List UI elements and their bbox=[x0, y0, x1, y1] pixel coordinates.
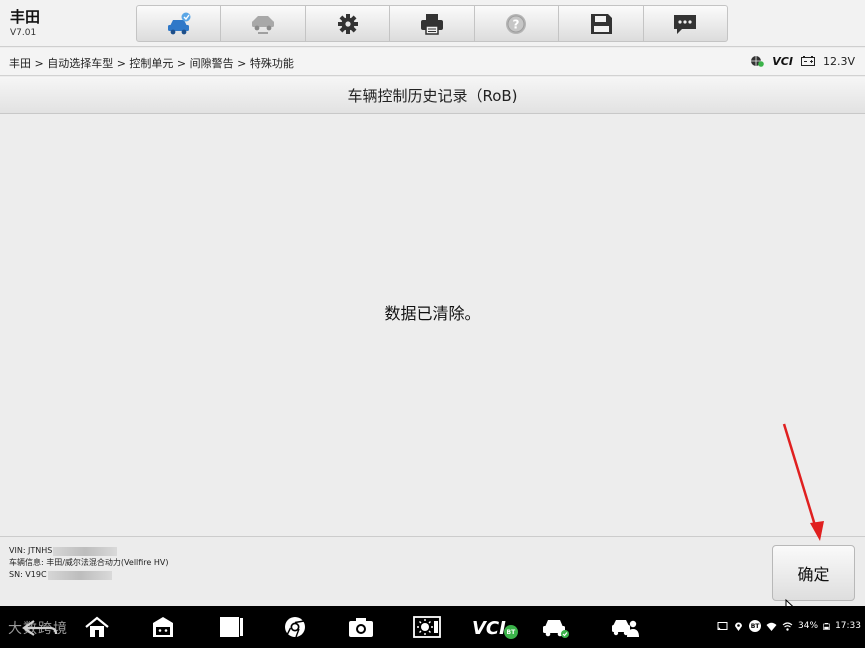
vin-redacted bbox=[53, 546, 118, 556]
battery-icon bbox=[800, 56, 815, 66]
system-nav-bar: 大数跨境 VCI BT BT 34% 17:33 bbox=[0, 606, 865, 648]
feedback-button[interactable] bbox=[644, 6, 727, 41]
main-toolbar: ? bbox=[136, 5, 728, 42]
camera-icon bbox=[349, 618, 373, 637]
android-icon bbox=[153, 617, 173, 637]
wifi-icon bbox=[766, 622, 777, 631]
brand: 丰田 V7.01 bbox=[10, 8, 40, 38]
nav-display-button[interactable] bbox=[412, 614, 442, 640]
settings-button[interactable] bbox=[306, 6, 391, 41]
save-icon bbox=[590, 13, 612, 34]
system-status-tray: BT 34% 17:33 bbox=[717, 620, 861, 632]
nav-android-button[interactable] bbox=[148, 614, 178, 640]
top-bar: 丰田 V7.01 ? bbox=[0, 0, 865, 47]
breadcrumb: 丰田 > 自动选择车型 > 控制单元 > 间隙警告 > 特殊功能 bbox=[9, 57, 294, 70]
home-car-icon bbox=[167, 12, 191, 34]
recent-apps-icon bbox=[220, 617, 243, 637]
back-icon[interactable] bbox=[20, 617, 60, 639]
sn-redacted bbox=[47, 570, 112, 580]
title-bar: 车辆控制历史记录（RoB) bbox=[0, 77, 865, 114]
car-check-icon bbox=[543, 620, 569, 638]
nav-home-button[interactable] bbox=[82, 614, 112, 640]
printer-icon bbox=[420, 13, 443, 35]
device-battery-icon bbox=[823, 622, 830, 630]
vci-status-label: VCI bbox=[772, 54, 793, 68]
location-icon bbox=[735, 622, 743, 631]
home-button[interactable] bbox=[137, 6, 222, 41]
message-icon bbox=[674, 14, 697, 34]
print-button[interactable] bbox=[390, 6, 475, 41]
status-message: 数据已清除。 bbox=[384, 304, 481, 323]
car-person-icon bbox=[612, 620, 639, 637]
vin-text: VIN: JTNHS bbox=[9, 546, 53, 555]
clock: 17:33 bbox=[835, 621, 861, 631]
svg-text:?: ? bbox=[513, 17, 520, 31]
vin-line: VIN: JTNHS bbox=[9, 545, 169, 557]
nav-service-button[interactable] bbox=[610, 614, 640, 640]
nav-browser-button[interactable] bbox=[280, 614, 310, 640]
help-icon: ? bbox=[506, 13, 527, 34]
home-icon bbox=[85, 616, 109, 637]
vehicle-swap-icon bbox=[252, 15, 275, 34]
browser-icon bbox=[285, 617, 305, 638]
page-title: 车辆控制历史记录（RoB) bbox=[347, 86, 518, 105]
vehicle-swap-button[interactable] bbox=[221, 6, 306, 41]
nav-camera-button[interactable] bbox=[346, 614, 376, 640]
wifi-signal-icon bbox=[782, 621, 793, 631]
network-icon bbox=[751, 56, 765, 67]
save-button[interactable] bbox=[559, 6, 644, 41]
ok-button[interactable]: 确定 bbox=[772, 545, 855, 601]
nav-vehicle-button[interactable] bbox=[540, 614, 570, 640]
cast-icon bbox=[717, 621, 728, 630]
breadcrumb-bar: 丰田 > 自动选择车型 > 控制单元 > 间隙警告 > 特殊功能 VCI 12.… bbox=[0, 48, 865, 76]
vci-label: VCI bbox=[472, 617, 506, 639]
footer-bar: VIN: JTNHS 车辆信息: 丰田/威尔法混合动力(Vellfire HV)… bbox=[0, 536, 865, 606]
vehicle-info-panel: VIN: JTNHS 车辆信息: 丰田/威尔法混合动力(Vellfire HV)… bbox=[9, 545, 169, 581]
nav-recents-button[interactable] bbox=[216, 614, 246, 640]
nav-vci-button[interactable]: VCI BT bbox=[472, 617, 518, 639]
app-version: V7.01 bbox=[10, 28, 37, 38]
help-button[interactable]: ? bbox=[475, 6, 560, 41]
connection-status: VCI 12.3V bbox=[750, 54, 855, 68]
app-window: 丰田 V7.01 ? 丰田 > 自动选择车型 > 控制单元 > 间隙警告 > 特… bbox=[0, 0, 865, 648]
brand-name: 丰田 bbox=[10, 8, 41, 26]
sn-line: SN: V19C bbox=[9, 569, 169, 581]
brightness-icon bbox=[413, 616, 441, 638]
bluetooth-badge: BT bbox=[749, 620, 762, 632]
battery-percent: 34% bbox=[798, 621, 819, 631]
gear-icon bbox=[337, 13, 358, 34]
vehicle-info-line: 车辆信息: 丰田/威尔法混合动力(Vellfire HV) bbox=[9, 558, 169, 567]
voltage-reading: 12.3V bbox=[822, 54, 855, 68]
content-area: 数据已清除。 bbox=[0, 115, 865, 536]
sn-text: SN: V19C bbox=[9, 570, 47, 579]
vci-bt-badge: BT bbox=[503, 625, 518, 639]
